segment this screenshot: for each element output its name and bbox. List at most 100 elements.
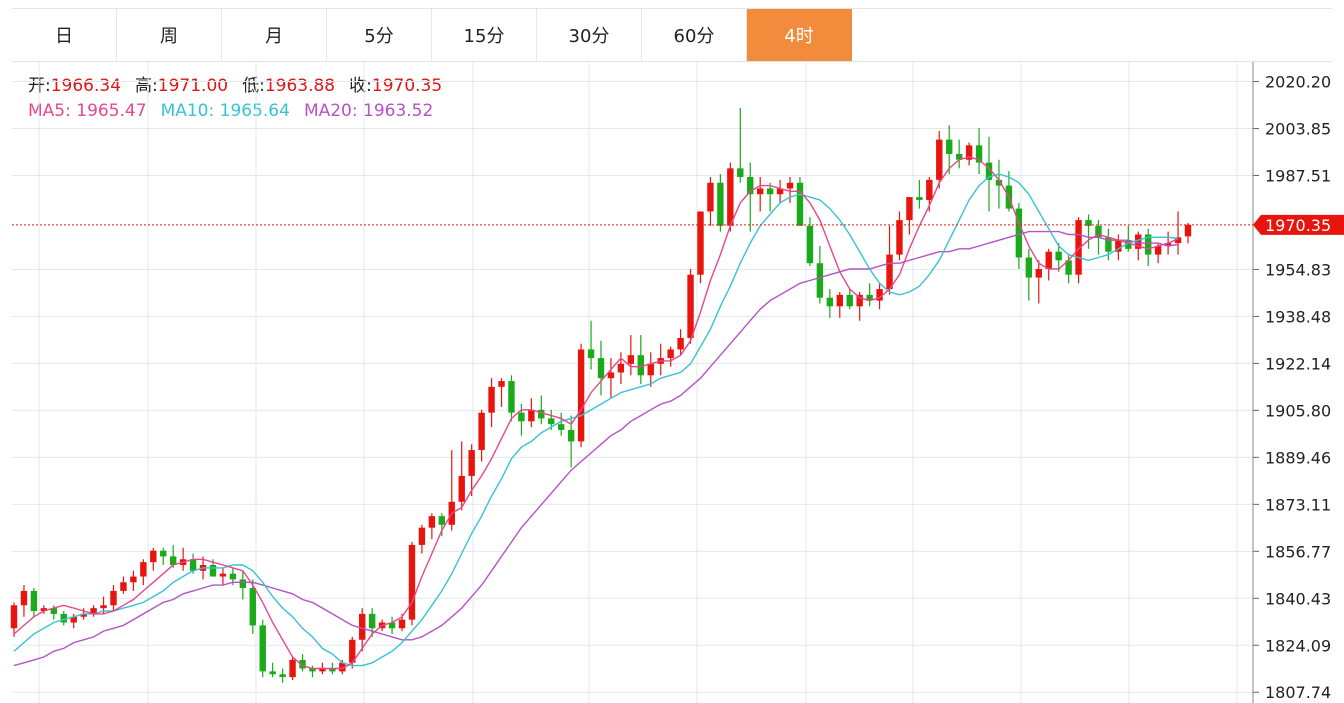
candle-body xyxy=(269,671,276,675)
candle xyxy=(120,576,127,594)
candle xyxy=(269,662,276,678)
candle xyxy=(30,588,38,617)
candle-body xyxy=(279,674,286,678)
y-tick-label: 1824.09 xyxy=(1265,636,1331,655)
y-tick-label: 1807.74 xyxy=(1265,683,1331,702)
candle xyxy=(428,513,436,540)
tab-5[interactable]: 30分 xyxy=(537,9,642,61)
candle-body xyxy=(140,562,147,577)
candle xyxy=(1125,225,1132,252)
candle xyxy=(488,378,495,428)
candle-body xyxy=(786,182,794,189)
candle-body xyxy=(826,297,834,307)
candle-body xyxy=(916,197,923,200)
candle xyxy=(130,570,137,591)
candle xyxy=(866,283,873,307)
candle-body xyxy=(458,475,465,502)
candle-body xyxy=(468,450,475,476)
candle-body xyxy=(478,412,485,451)
candle xyxy=(1085,214,1092,249)
candle xyxy=(657,343,664,376)
candle xyxy=(110,585,117,612)
candle-body xyxy=(1025,257,1033,278)
candle xyxy=(259,619,266,678)
candle-body xyxy=(637,355,644,376)
candle xyxy=(647,352,654,387)
candle xyxy=(627,335,635,376)
candle-body xyxy=(558,424,565,430)
candle xyxy=(756,176,764,212)
candle-body xyxy=(727,168,734,226)
y-tick-label: 1938.48 xyxy=(1265,307,1331,326)
candle xyxy=(1045,248,1052,281)
candle-body xyxy=(528,409,535,422)
candle-body xyxy=(1035,268,1042,278)
candle-body xyxy=(936,139,943,180)
candle xyxy=(985,136,993,212)
candle-body xyxy=(209,565,217,577)
candle-body xyxy=(926,179,933,200)
candlestick-chart[interactable]: 2020.20 2003.85 1987.51 1970.35 1954.83 1938.… xyxy=(0,62,1344,703)
candle xyxy=(279,668,286,683)
candle xyxy=(766,182,774,212)
candle-body xyxy=(368,613,376,629)
candle-body xyxy=(737,168,744,177)
candle xyxy=(886,225,893,295)
y-tick-label: 1840.43 xyxy=(1265,589,1331,608)
candle xyxy=(289,657,296,681)
candle-body xyxy=(677,337,684,350)
tab-4[interactable]: 15分 xyxy=(432,9,537,61)
candle-body xyxy=(906,197,913,221)
candle-body xyxy=(597,358,605,379)
candle xyxy=(1145,228,1152,267)
candle xyxy=(816,245,824,304)
candle-body xyxy=(1045,251,1052,269)
candle-body xyxy=(60,613,67,623)
candle xyxy=(528,398,535,428)
candle xyxy=(388,616,396,635)
candle xyxy=(140,559,147,586)
candle xyxy=(438,513,446,537)
candle-body xyxy=(408,544,416,620)
candle-body xyxy=(130,576,137,583)
y-tick-label: 1889.46 xyxy=(1265,448,1331,467)
candle xyxy=(826,289,834,318)
candle-body xyxy=(239,579,247,589)
candle-body xyxy=(418,527,426,545)
candle-body xyxy=(160,550,167,557)
tab-7[interactable]: 4时 xyxy=(747,9,852,61)
candle xyxy=(955,139,963,169)
tab-3[interactable]: 5分 xyxy=(327,9,432,61)
tab-6[interactable]: 60分 xyxy=(642,9,747,61)
ma20-line xyxy=(13,230,1179,667)
candle-body xyxy=(886,254,893,290)
candle-body xyxy=(289,659,296,678)
candle-body xyxy=(100,605,107,609)
candle-body xyxy=(946,139,953,154)
candle-body xyxy=(1055,251,1062,261)
tab-0[interactable]: 日 xyxy=(12,9,117,61)
candle-body xyxy=(756,188,764,195)
y-tick-label: 1873.11 xyxy=(1265,495,1331,514)
candle xyxy=(776,179,784,203)
candle-body xyxy=(110,590,117,606)
candle-body xyxy=(548,418,555,425)
candle-body xyxy=(627,355,635,364)
candle xyxy=(538,395,545,425)
candle xyxy=(637,335,644,384)
candle xyxy=(1035,260,1042,304)
y-tick-label: 1987.51 xyxy=(1265,167,1331,186)
candle-body xyxy=(687,274,694,338)
candle-body xyxy=(508,381,515,413)
candle-body xyxy=(10,605,18,629)
candle-body xyxy=(647,363,654,376)
candle-body xyxy=(498,381,505,387)
candle xyxy=(737,107,744,183)
candle-body xyxy=(717,182,724,226)
candle-body xyxy=(20,590,28,606)
candle xyxy=(747,162,754,232)
tab-1[interactable]: 周 xyxy=(117,9,222,61)
candle-body xyxy=(577,349,585,442)
tab-2[interactable]: 月 xyxy=(222,9,327,61)
candle xyxy=(965,142,973,166)
